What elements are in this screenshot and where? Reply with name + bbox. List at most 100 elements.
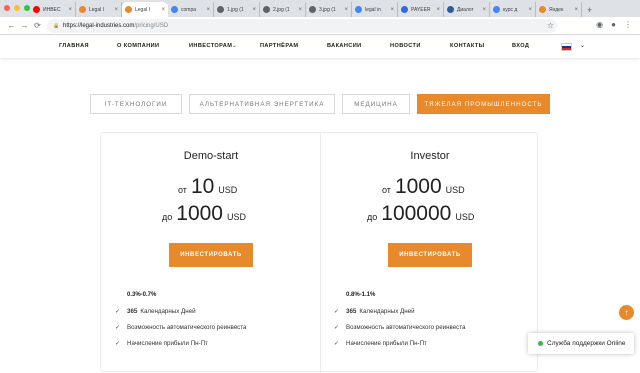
check-icon: ✓ (115, 309, 121, 315)
russia-flag-icon[interactable] (561, 43, 572, 51)
menu-icon[interactable]: ⋮ (624, 20, 632, 29)
address-bar[interactable]: 🔒 https://legal-industries.com/pricing/U… (47, 19, 557, 33)
close-tab-icon[interactable]: × (344, 7, 348, 13)
favicon-icon (171, 6, 178, 13)
category-medicine[interactable]: МЕДИЦИНА (342, 94, 410, 114)
nav-news[interactable]: НОВОСТИ (390, 43, 421, 49)
close-tab-icon[interactable]: × (206, 7, 210, 13)
category-it[interactable]: IT-ТЕХНОЛОГИИ (90, 94, 182, 114)
browser-tab[interactable]: PAYEER × (398, 2, 444, 17)
browser-tab[interactable]: 3.jpg (1 × (306, 2, 352, 17)
tab-title: Яндек (549, 6, 564, 13)
tab-title: Legal I (89, 6, 105, 13)
browser-tab[interactable]: Диалог × (444, 2, 490, 17)
close-tab-icon[interactable]: × (252, 7, 256, 13)
tab-title: Legal I (135, 6, 151, 13)
nav-about[interactable]: О КОМПАНИИ (117, 43, 159, 49)
browser-tab[interactable]: курс д × (490, 2, 536, 17)
browser-tab[interactable]: legal in × (352, 2, 398, 17)
back-icon[interactable]: ← (5, 21, 18, 30)
tab-title: 2.jpg (1 (273, 6, 290, 13)
plan-from-amount: от 1000 USD (382, 175, 465, 198)
category-heavy-industry[interactable]: ТЯЖЕЛАЯ ПРОМЫШЛЕННОСТЬ (417, 94, 550, 114)
site-header: ГЛАВНАЯ О КОМПАНИИ ИНВЕСТОРАМ ⌄ ПАРТНЁРА… (0, 36, 640, 58)
favicon-icon (125, 6, 132, 13)
chevron-down-icon[interactable]: ⌄ (580, 42, 585, 49)
close-window-button[interactable] (4, 5, 10, 11)
nav-login[interactable]: ВХОД (512, 43, 529, 49)
check-icon: ✓ (115, 325, 121, 331)
close-tab-icon[interactable]: × (574, 7, 578, 13)
favicon-icon (33, 6, 40, 13)
favicon-icon (539, 6, 546, 13)
extension-icon[interactable]: ◉ (596, 20, 603, 29)
plan-title: Investor (410, 150, 450, 162)
close-tab-icon[interactable]: × (68, 7, 72, 13)
scroll-to-top-button[interactable]: ↑ (619, 305, 634, 320)
check-icon: ✓ (334, 309, 340, 315)
plan-rate: 0.3%-0.7% (127, 292, 157, 298)
close-tab-icon[interactable]: × (390, 7, 394, 13)
nav-partners[interactable]: ПАРТНЁРАМ (260, 43, 298, 49)
plan-from-amount: от 10 USD (178, 175, 238, 198)
reload-icon[interactable]: ⟳ (31, 21, 44, 30)
pricing-plans: Demo-start от 10 USD до 1000 USD ИНВЕСТИРОВА… (100, 132, 538, 373)
support-label: Служба поддержки Online (547, 340, 626, 347)
favicon-icon (217, 6, 224, 13)
browser-tab[interactable]: 1.jpg (1 × (214, 2, 260, 17)
plan-rate: 0.8%-1.1% (346, 292, 376, 298)
close-tab-icon[interactable]: × (436, 7, 440, 13)
favicon-icon (401, 6, 408, 13)
chevron-down-icon[interactable]: ⌄ (232, 43, 237, 49)
check-icon: ✓ (334, 325, 340, 331)
favicon-icon (493, 6, 500, 13)
browser-tab[interactable]: Legal I × (76, 2, 122, 17)
tab-title: PAYEER (411, 6, 431, 13)
plan-to-amount: до 1000 USD (162, 202, 246, 225)
favicon-icon (263, 6, 270, 13)
browser-tab[interactable]: ИНВЕС × (30, 2, 76, 17)
plan-feature: ✓ 365 Календарных Дней (334, 308, 415, 315)
invest-button[interactable]: ИНВЕСТИРОВАТЬ (388, 243, 472, 267)
forward-icon[interactable]: → (18, 21, 31, 30)
close-tab-icon[interactable]: × (482, 7, 486, 13)
close-tab-icon[interactable]: × (528, 7, 532, 13)
profile-icon[interactable]: ● (611, 20, 616, 29)
nav-contacts[interactable]: КОНТАКТЫ (450, 43, 485, 49)
tab-title: ИНВЕС (43, 6, 61, 13)
nav-home[interactable]: ГЛАВНАЯ (59, 43, 89, 49)
lock-icon: 🔒 (53, 23, 60, 29)
nav-vacancies[interactable]: ВАКАНСИИ (327, 43, 362, 49)
plan-feature: ✓ 365 Календарных Дней (115, 308, 196, 315)
favicon-icon (447, 6, 454, 13)
browser-tab[interactable]: 2.jpg (1 × (260, 2, 306, 17)
bookmark-star-icon[interactable]: ☆ (547, 21, 554, 30)
toolbar-icons: ◉ ● ⋮ (596, 20, 632, 29)
close-tab-icon[interactable]: × (161, 7, 165, 13)
tab-title: Диалог (457, 6, 474, 13)
new-tab-button[interactable]: + (587, 2, 592, 17)
url-path: /pricing/USD (134, 23, 169, 29)
close-tab-icon[interactable]: × (114, 7, 118, 13)
minimize-window-button[interactable] (14, 5, 20, 11)
browser-tab[interactable]: Legal I × (122, 2, 168, 17)
support-chat-widget[interactable]: Служба поддержки Online (528, 333, 634, 354)
invest-button[interactable]: ИНВЕСТИРОВАТЬ (169, 243, 253, 267)
nav-investors[interactable]: ИНВЕСТОРАМ (189, 43, 232, 49)
arrow-up-icon: ↑ (624, 308, 629, 317)
tab-title: legal in (365, 6, 381, 13)
url-host: https://legal-industries.com (63, 23, 135, 29)
plan-feature: ✓ Возможность автоматического реинвеста (115, 324, 247, 331)
browser-tab[interactable]: Яндек × (536, 2, 582, 17)
favicon-icon (79, 6, 86, 13)
tab-list: ИНВЕС × Legal I × Legal I × compa × 1.jpg (1 × 2.j… (30, 2, 582, 17)
browser-tab[interactable]: compa × (168, 2, 214, 17)
close-tab-icon[interactable]: × (298, 7, 302, 13)
favicon-icon (309, 6, 316, 13)
browser-toolbar: ← → ⟳ 🔒 https://legal-industries.com/pri… (0, 17, 640, 35)
category-alt-energy[interactable]: АЛЬТЕРНАТИВНАЯ ЭНЕРГЕТИКА (189, 94, 335, 114)
plan-title: Demo-start (183, 150, 239, 162)
window-controls (4, 5, 30, 11)
plan-feature: ✓ Начисление прибыли Пн-Пт (334, 340, 427, 347)
tab-title: курс д (503, 6, 518, 13)
